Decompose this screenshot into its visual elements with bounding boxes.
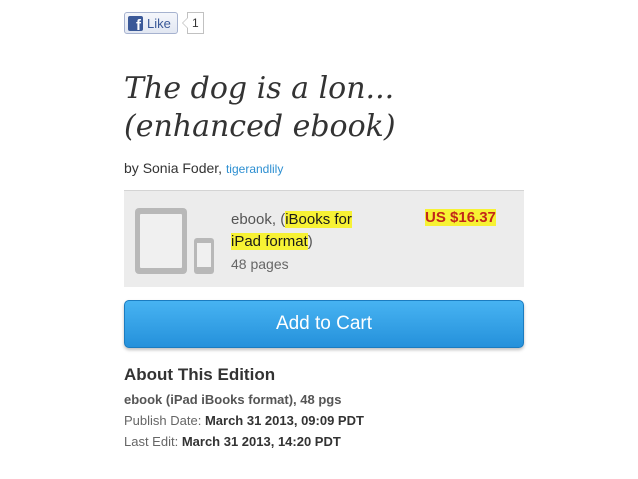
author-name[interactable]: Sonia Foder, [143, 160, 222, 176]
by-prefix: by [124, 160, 139, 176]
book-title-line-1: The dog is a lon... [124, 71, 395, 106]
last-edit-value: March 31 2013, 14:20 PDT [181, 434, 341, 449]
format-type-suffix: ) [307, 233, 313, 250]
like-label: Like [147, 15, 171, 31]
format-description: ebook, (iBooks for iPad format) 48 pages [231, 209, 401, 276]
publish-date: Publish Date: March 31 2013, 09:09 PDT [124, 413, 364, 428]
add-to-cart-button[interactable]: Add to Cart [124, 300, 524, 348]
iphone-icon [194, 238, 214, 274]
ipad-icon [135, 208, 187, 274]
publish-date-value: March 31 2013, 09:09 PDT [204, 413, 364, 428]
facebook-like-button[interactable]: f Like [124, 12, 178, 34]
facebook-like-widget: f Like 1 [124, 11, 204, 35]
about-edition-heading: About This Edition [124, 365, 276, 384]
last-edit-date: Last Edit: March 31 2013, 14:20 PDT [124, 434, 341, 449]
format-option[interactable]: ebook, (iBooks for iPad format) 48 pages U… [124, 190, 524, 287]
byline: by Sonia Foder, tigerandlily [124, 160, 283, 176]
facebook-logo-letter: f [136, 16, 141, 34]
format-name-part-1: iBooks for [285, 211, 352, 228]
price-value: US $16.37 [425, 209, 496, 226]
like-count-bubble: 1 [181, 12, 204, 34]
like-count: 1 [186, 12, 204, 34]
author-username-link[interactable]: tigerandlily [226, 162, 283, 176]
last-edit-label: Last Edit: [124, 434, 179, 449]
facebook-icon: f [128, 15, 143, 34]
price: US $16.37 [425, 209, 496, 227]
format-type: ebook, ( [231, 211, 286, 228]
edition-summary: ebook (iPad iBooks format), 48 pgs [124, 392, 342, 407]
publish-date-label: Publish Date: [124, 413, 202, 428]
book-title-line-2: (enhanced ebook) [124, 109, 396, 144]
format-name-part-2: iPad format [231, 233, 308, 250]
book-title: The dog is a lon... (enhanced ebook) [124, 70, 544, 146]
page-count: 48 pages [231, 256, 289, 272]
